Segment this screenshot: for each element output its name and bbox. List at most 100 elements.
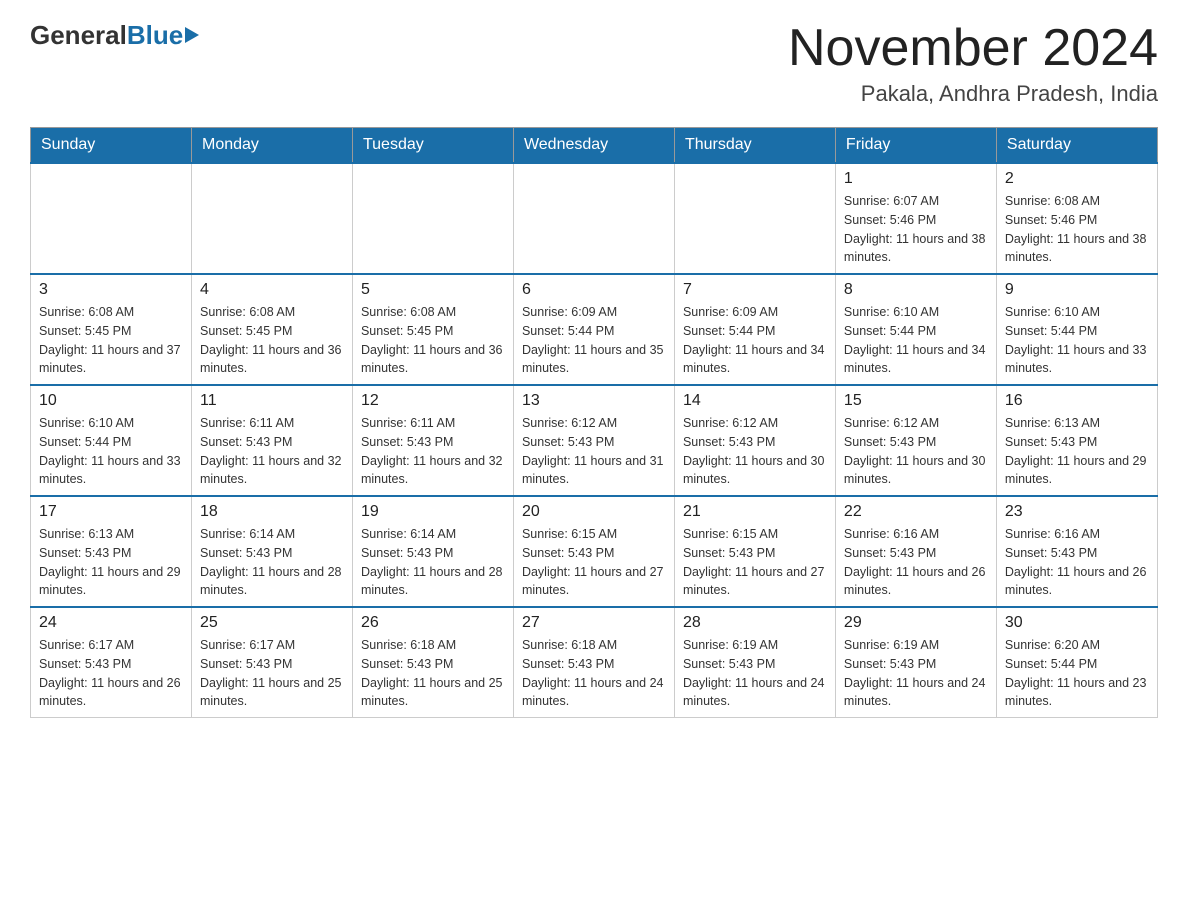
table-row: 13 Sunrise: 6:12 AMSunset: 5:43 PMDayligh… <box>513 385 674 496</box>
day-info: Sunrise: 6:09 AMSunset: 5:44 PMDaylight:… <box>683 303 827 378</box>
table-row: 5 Sunrise: 6:08 AMSunset: 5:45 PMDaylight… <box>352 274 513 385</box>
day-number: 17 <box>39 503 183 521</box>
table-row: 15Sunrise: 6:12 AMSunset: 5:43 PMDayligh… <box>835 385 996 496</box>
calendar-table: Sunday Monday Tuesday Wednesday Thursday… <box>30 127 1158 718</box>
day-number: 25 <box>200 614 344 632</box>
table-row: 30 Sunrise: 6:20 AMSunset: 5:44 PMDayligh… <box>996 607 1157 718</box>
day-info: Sunrise: 6:08 AMSunset: 5:45 PMDaylight:… <box>361 303 505 378</box>
day-info: Sunrise: 6:17 AMSunset: 5:43 PMDaylight:… <box>39 636 183 711</box>
day-number: 20 <box>522 503 666 521</box>
header-monday: Monday <box>191 128 352 164</box>
day-info: Sunrise: 6:11 AMSunset: 5:43 PMDaylight:… <box>361 414 505 489</box>
day-info: Sunrise: 6:19 AMSunset: 5:43 PMDaylight:… <box>844 636 988 711</box>
day-number: 24 <box>39 614 183 632</box>
day-number: 1 <box>844 170 988 188</box>
table-row: 20 Sunrise: 6:15 AMSunset: 5:43 PMDayligh… <box>513 496 674 607</box>
table-row: 24 Sunrise: 6:17 AMSunset: 5:43 PMDayligh… <box>31 607 192 718</box>
table-row: 21 Sunrise: 6:15 AMSunset: 5:43 PMDayligh… <box>674 496 835 607</box>
table-row <box>31 163 192 274</box>
day-info: Sunrise: 6:08 AMSunset: 5:45 PMDaylight:… <box>39 303 183 378</box>
day-number: 4 <box>200 281 344 299</box>
day-number: 7 <box>683 281 827 299</box>
day-info: Sunrise: 6:13 AMSunset: 5:43 PMDaylight:… <box>39 525 183 600</box>
day-number: 30 <box>1005 614 1149 632</box>
calendar-week-row: 24 Sunrise: 6:17 AMSunset: 5:43 PMDayligh… <box>31 607 1158 718</box>
day-info: Sunrise: 6:15 AMSunset: 5:43 PMDaylight:… <box>683 525 827 600</box>
table-row: 28Sunrise: 6:19 AMSunset: 5:43 PMDayligh… <box>674 607 835 718</box>
day-number: 8 <box>844 281 988 299</box>
day-info: Sunrise: 6:09 AMSunset: 5:44 PMDaylight:… <box>522 303 666 378</box>
day-info: Sunrise: 6:20 AMSunset: 5:44 PMDaylight:… <box>1005 636 1149 711</box>
day-number: 28 <box>683 614 827 632</box>
table-row: 14 Sunrise: 6:12 AMSunset: 5:43 PMDayligh… <box>674 385 835 496</box>
day-info: Sunrise: 6:10 AMSunset: 5:44 PMDaylight:… <box>844 303 988 378</box>
table-row <box>674 163 835 274</box>
logo: General Blue <box>30 20 199 51</box>
table-row: 4 Sunrise: 6:08 AMSunset: 5:45 PMDaylight… <box>191 274 352 385</box>
table-row: 6 Sunrise: 6:09 AMSunset: 5:44 PMDaylight… <box>513 274 674 385</box>
header-saturday: Saturday <box>996 128 1157 164</box>
day-info: Sunrise: 6:12 AMSunset: 5:43 PMDaylight:… <box>522 414 666 489</box>
day-info: Sunrise: 6:12 AMSunset: 5:43 PMDaylight:… <box>683 414 827 489</box>
table-row: 3Sunrise: 6:08 AMSunset: 5:45 PMDaylight… <box>31 274 192 385</box>
day-number: 11 <box>200 392 344 410</box>
header-sunday: Sunday <box>31 128 192 164</box>
day-number: 2 <box>1005 170 1149 188</box>
calendar-week-row: 10 Sunrise: 6:10 AMSunset: 5:44 PMDayligh… <box>31 385 1158 496</box>
day-number: 18 <box>200 503 344 521</box>
day-number: 29 <box>844 614 988 632</box>
day-info: Sunrise: 6:07 AMSunset: 5:46 PMDaylight:… <box>844 192 988 267</box>
day-info: Sunrise: 6:16 AMSunset: 5:43 PMDaylight:… <box>1005 525 1149 600</box>
day-number: 23 <box>1005 503 1149 521</box>
calendar-week-row: 3Sunrise: 6:08 AMSunset: 5:45 PMDaylight… <box>31 274 1158 385</box>
day-number: 21 <box>683 503 827 521</box>
day-info: Sunrise: 6:08 AMSunset: 5:45 PMDaylight:… <box>200 303 344 378</box>
table-row: 26 Sunrise: 6:18 AMSunset: 5:43 PMDayligh… <box>352 607 513 718</box>
table-row: 2Sunrise: 6:08 AMSunset: 5:46 PMDaylight… <box>996 163 1157 274</box>
day-info: Sunrise: 6:10 AMSunset: 5:44 PMDaylight:… <box>1005 303 1149 378</box>
day-number: 14 <box>683 392 827 410</box>
day-info: Sunrise: 6:15 AMSunset: 5:43 PMDaylight:… <box>522 525 666 600</box>
day-number: 12 <box>361 392 505 410</box>
header-wednesday: Wednesday <box>513 128 674 164</box>
calendar-header-row: Sunday Monday Tuesday Wednesday Thursday… <box>31 128 1158 164</box>
table-row: 7 Sunrise: 6:09 AMSunset: 5:44 PMDaylight… <box>674 274 835 385</box>
table-row: 27 Sunrise: 6:18 AMSunset: 5:43 PMDayligh… <box>513 607 674 718</box>
logo-blue-text: Blue <box>127 20 183 51</box>
day-number: 27 <box>522 614 666 632</box>
day-number: 10 <box>39 392 183 410</box>
day-info: Sunrise: 6:11 AMSunset: 5:43 PMDaylight:… <box>200 414 344 489</box>
table-row: 8 Sunrise: 6:10 AMSunset: 5:44 PMDaylight… <box>835 274 996 385</box>
header-friday: Friday <box>835 128 996 164</box>
table-row <box>352 163 513 274</box>
day-info: Sunrise: 6:17 AMSunset: 5:43 PMDaylight:… <box>200 636 344 711</box>
day-info: Sunrise: 6:10 AMSunset: 5:44 PMDaylight:… <box>39 414 183 489</box>
header-tuesday: Tuesday <box>352 128 513 164</box>
day-info: Sunrise: 6:12 AMSunset: 5:43 PMDaylight:… <box>844 414 988 489</box>
day-info: Sunrise: 6:14 AMSunset: 5:43 PMDaylight:… <box>361 525 505 600</box>
table-row: 1 Sunrise: 6:07 AMSunset: 5:46 PMDaylight… <box>835 163 996 274</box>
logo-general-text: General <box>30 20 127 51</box>
day-number: 19 <box>361 503 505 521</box>
day-number: 6 <box>522 281 666 299</box>
day-number: 9 <box>1005 281 1149 299</box>
location-title: Pakala, Andhra Pradesh, India <box>788 81 1158 107</box>
day-number: 5 <box>361 281 505 299</box>
day-info: Sunrise: 6:14 AMSunset: 5:43 PMDaylight:… <box>200 525 344 600</box>
table-row: 18 Sunrise: 6:14 AMSunset: 5:43 PMDayligh… <box>191 496 352 607</box>
table-row: 16 Sunrise: 6:13 AMSunset: 5:43 PMDayligh… <box>996 385 1157 496</box>
day-number: 16 <box>1005 392 1149 410</box>
day-info: Sunrise: 6:13 AMSunset: 5:43 PMDaylight:… <box>1005 414 1149 489</box>
day-number: 13 <box>522 392 666 410</box>
day-info: Sunrise: 6:18 AMSunset: 5:43 PMDaylight:… <box>361 636 505 711</box>
table-row: 29 Sunrise: 6:19 AMSunset: 5:43 PMDayligh… <box>835 607 996 718</box>
table-row: 10 Sunrise: 6:10 AMSunset: 5:44 PMDayligh… <box>31 385 192 496</box>
table-row <box>191 163 352 274</box>
table-row <box>513 163 674 274</box>
table-row: 12 Sunrise: 6:11 AMSunset: 5:43 PMDayligh… <box>352 385 513 496</box>
day-number: 26 <box>361 614 505 632</box>
table-row: 23 Sunrise: 6:16 AMSunset: 5:43 PMDayligh… <box>996 496 1157 607</box>
day-info: Sunrise: 6:18 AMSunset: 5:43 PMDaylight:… <box>522 636 666 711</box>
day-info: Sunrise: 6:16 AMSunset: 5:43 PMDaylight:… <box>844 525 988 600</box>
table-row: 9 Sunrise: 6:10 AMSunset: 5:44 PMDaylight… <box>996 274 1157 385</box>
